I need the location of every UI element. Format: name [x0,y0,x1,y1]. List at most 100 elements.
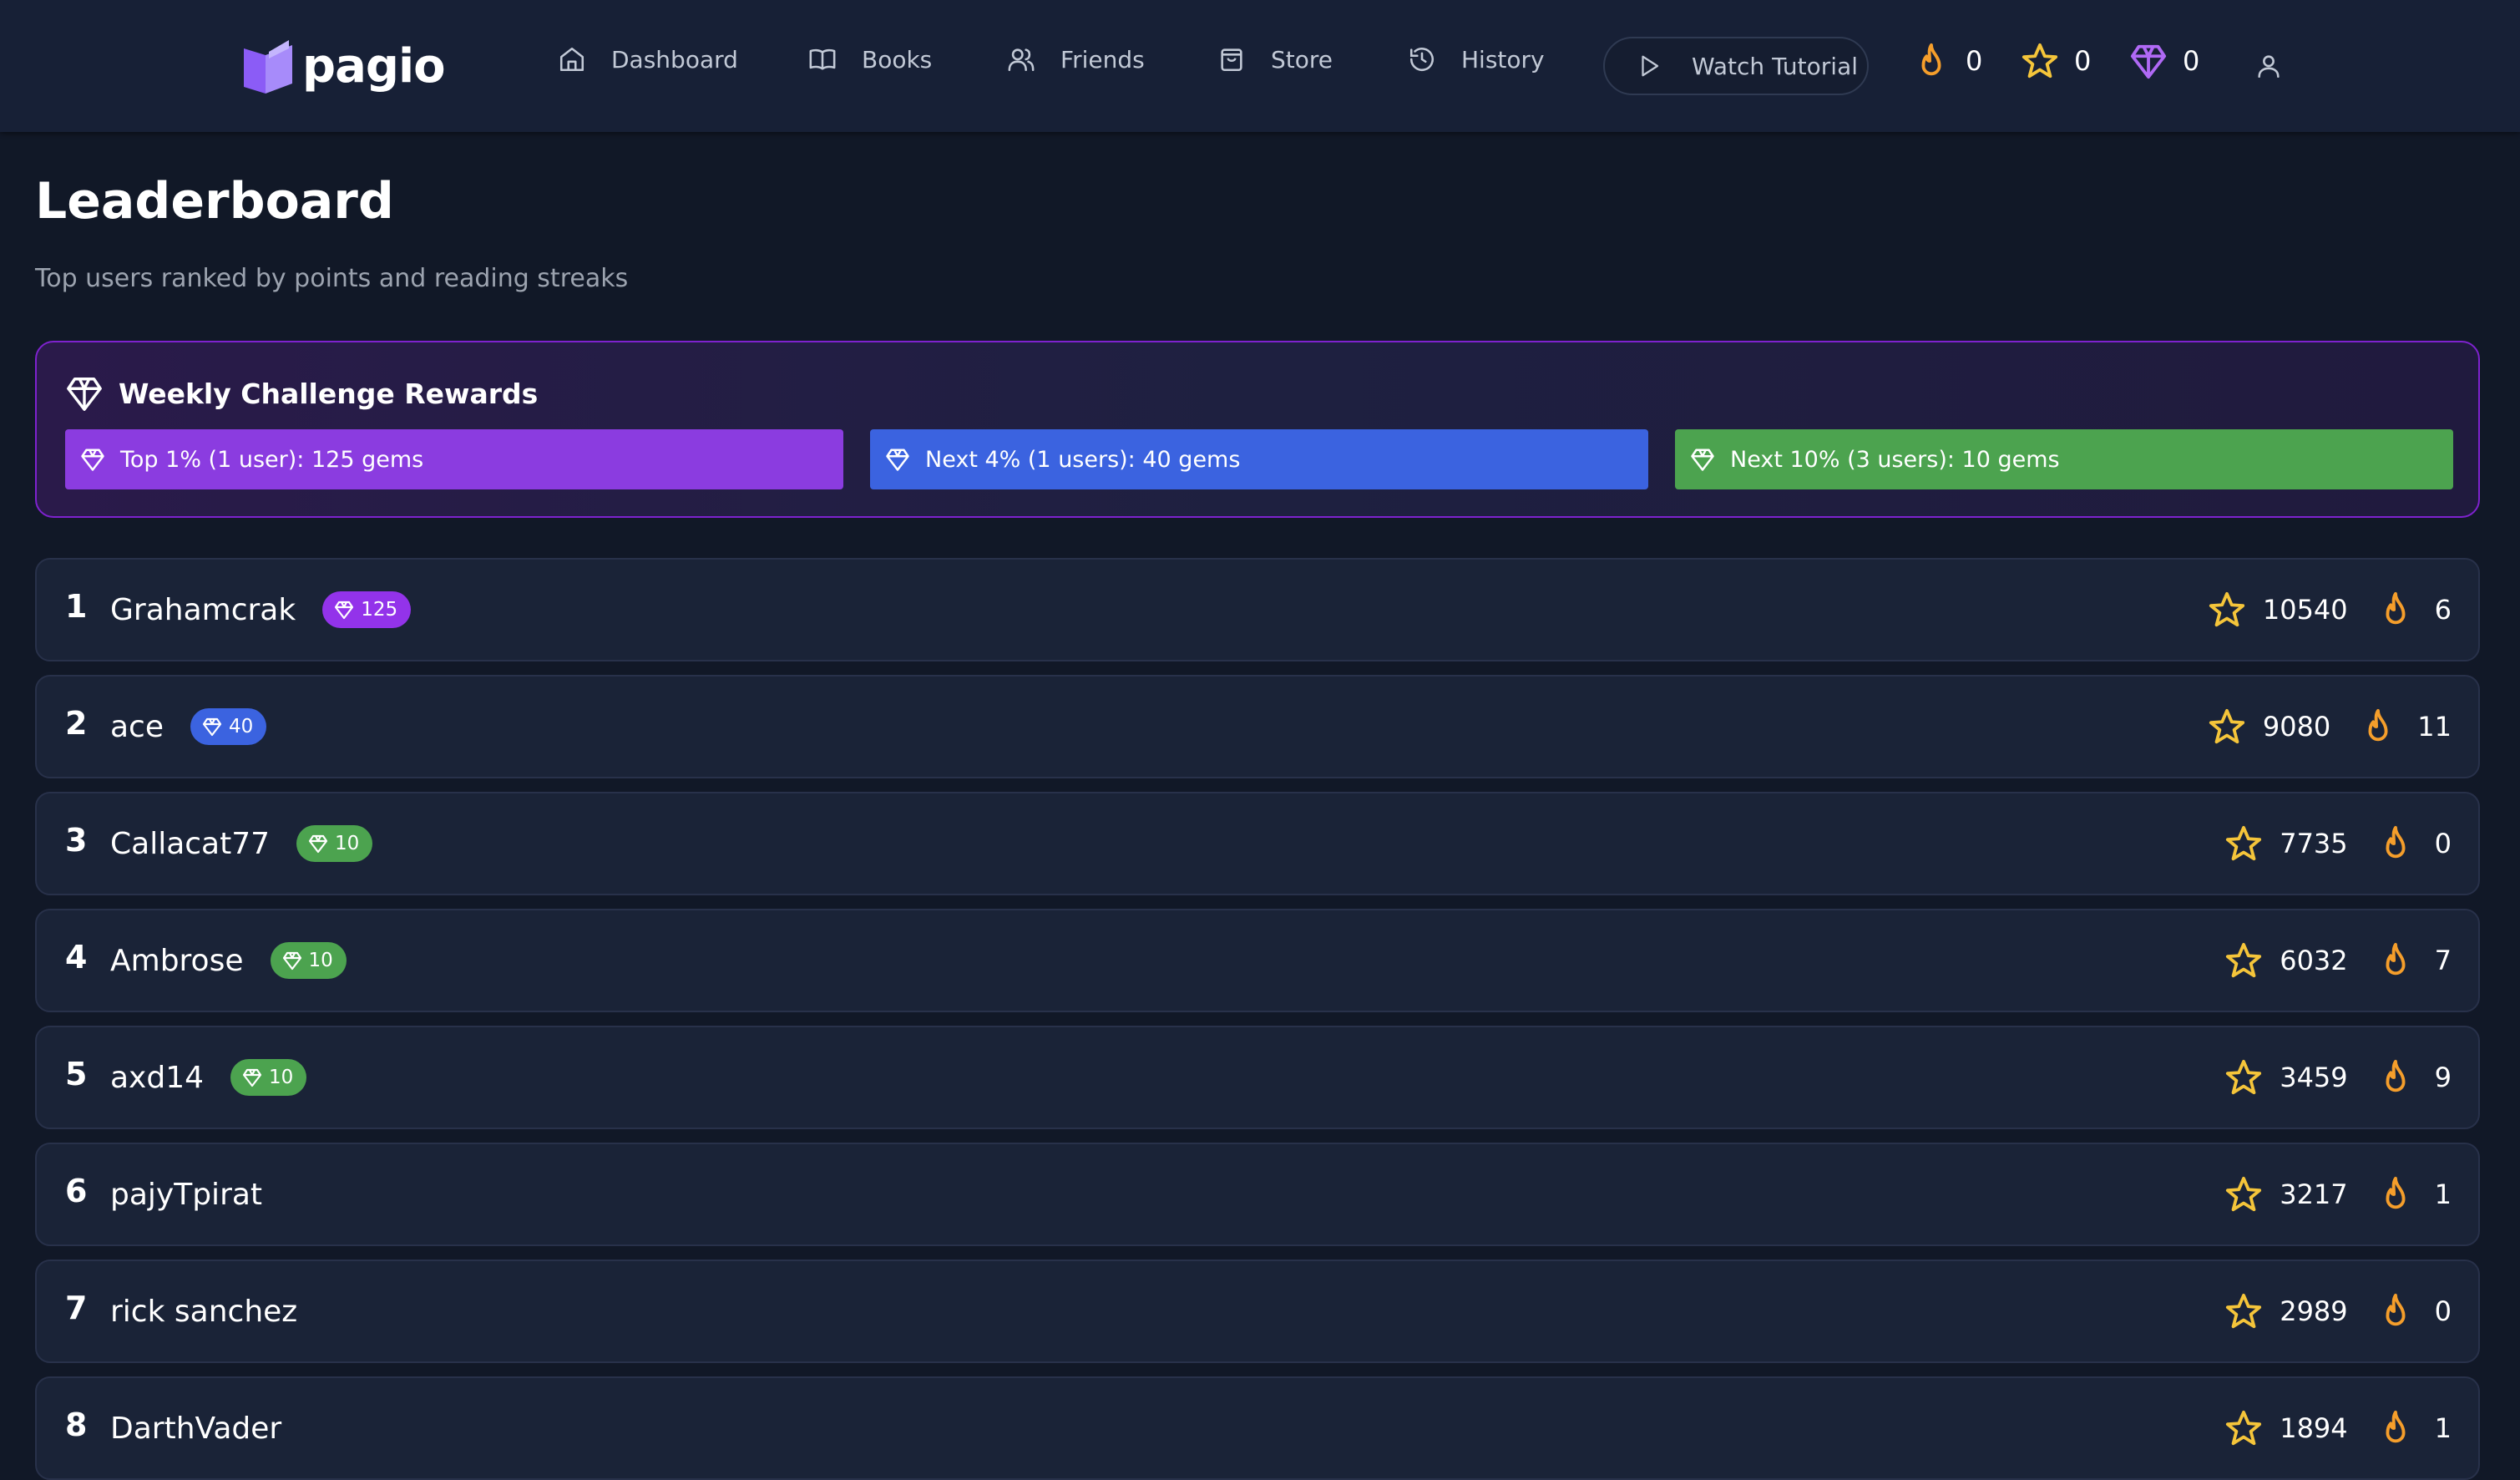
user-stats: 10540 6 [2208,560,2452,660]
user-profile-icon[interactable] [2254,52,2283,80]
user-stats: 7735 0 [2224,793,2452,894]
star-icon [2226,942,2262,978]
page-subtitle: Top users ranked by points and reading s… [35,264,629,293]
star-icon [2226,825,2262,861]
leaderboard-row[interactable]: 3 Callacat77 10 7735 0 [35,792,2480,895]
reward-tier-next-4: Next 4% (1 users): 40 gems [870,429,1648,489]
rank-number: 3 [65,822,88,859]
points-value: 10540 [2262,594,2348,626]
streak-value: 1 [2434,1178,2452,1210]
gem-reward-badge: 125 [322,591,412,628]
leaderboard-row[interactable]: 2 ace 40 9080 11 [35,675,2480,778]
star-icon [2226,1410,2262,1446]
points-stat: 3217 [2224,1175,2348,1214]
home-icon [559,47,584,72]
flame-icon [2386,942,2406,976]
rewards-header: Weekly Challenge Rewards [65,374,538,413]
streak-stat: 0 [2376,824,2452,863]
brand-name: pagio [302,38,446,94]
username[interactable]: Ambrose [110,944,244,978]
username[interactable]: Grahamcrak [110,593,296,627]
star-icon [2226,1293,2262,1329]
leaderboard-row[interactable]: 1 Grahamcrak 125 10540 6 [35,558,2480,661]
flame-icon [2386,591,2406,625]
points-stat: 7735 [2224,824,2348,863]
streak-counter[interactable]: 0 [1912,42,1982,80]
gem-icon [67,378,102,411]
streak-stat: 1 [2376,1175,2452,1214]
flame-icon [2386,1176,2406,1209]
leaderboard-row[interactable]: 6 pajyTpirat 3217 1 [35,1143,2480,1246]
reward-tier-label: Top 1% (1 user): 125 gems [120,446,424,473]
username[interactable]: DarthVader [110,1412,281,1446]
gem-icon [242,1068,262,1087]
star-icon [2226,1059,2262,1095]
nav-dashboard[interactable]: Dashboard [558,45,738,73]
points-stat: 2989 [2224,1292,2348,1330]
rank-number: 8 [65,1407,88,1443]
rank-number: 6 [65,1173,88,1209]
gem-icon [81,449,104,471]
leaderboard-row[interactable]: 5 axd14 10 3459 9 [35,1026,2480,1129]
points-value: 7735 [2280,828,2348,859]
streak-stat: 9 [2376,1058,2452,1097]
username[interactable]: axd14 [110,1061,204,1095]
user-info: Callacat77 10 [110,793,373,894]
nav-history[interactable]: History [1408,45,1545,73]
nav-books-label: Books [862,45,933,73]
user-info: axd14 10 [110,1027,307,1128]
leaderboard-row[interactable]: 7 rick sanchez 2989 0 [35,1260,2480,1363]
username[interactable]: ace [110,710,164,744]
reward-tier-label: Next 4% (1 users): 40 gems [925,446,1241,473]
gem-reward-value: 40 [229,716,254,737]
points-stat: 6032 [2224,941,2348,980]
nav-store-label: Store [1271,45,1333,73]
gem-reward-badge: 10 [296,825,373,862]
streak-value: 6 [2434,594,2452,626]
streak-value: 0 [2434,1295,2452,1327]
nav-books[interactable]: Books [808,45,932,73]
pagio-logo[interactable]: pagio [240,37,446,95]
top-navigation-bar: pagio Dashboard Books Friends Store Hist… [0,0,2520,132]
nav-store[interactable]: Store [1217,45,1333,73]
user-stats: 3217 1 [2224,1144,2452,1244]
points-stat: 10540 [2208,590,2348,629]
leaderboard-row[interactable]: 4 Ambrose 10 6032 7 [35,909,2480,1012]
leaderboard-row[interactable]: 8 DarthVader 1894 1 [35,1376,2480,1480]
weekly-challenge-rewards-panel: Weekly Challenge Rewards Top 1% (1 user)… [35,341,2480,518]
gem-reward-value: 10 [308,950,333,971]
user-info: DarthVader [110,1378,281,1478]
user-info: Grahamcrak 125 [110,560,412,660]
username[interactable]: rick sanchez [110,1295,297,1329]
nav-friends[interactable]: Friends [1007,45,1145,73]
page-title: Leaderboard [35,172,394,231]
watch-tutorial-button[interactable]: Watch Tutorial [1603,37,1869,95]
gem-icon [2130,44,2167,79]
user-stats: 6032 7 [2224,910,2452,1011]
gems-counter[interactable]: 0 [2129,42,2199,80]
points-counter[interactable]: 0 [2021,42,2091,80]
rank-number: 1 [65,588,88,625]
gem-reward-badge: 10 [230,1059,307,1096]
gem-reward-value: 10 [269,1067,294,1088]
streak-stat: 1 [2376,1409,2452,1447]
streak-value: 7 [2434,945,2452,976]
username[interactable]: pajyTpirat [110,1178,262,1212]
gem-reward-badge: 10 [270,942,347,979]
points-stat: 9080 [2208,707,2330,746]
points-value: 3217 [2280,1178,2348,1210]
gems-count: 0 [2183,45,2200,77]
points-value: 6032 [2280,945,2348,976]
gem-icon [886,449,909,471]
nav-friends-label: Friends [1060,45,1145,73]
book-icon [809,48,836,70]
streak-stat: 6 [2376,590,2452,629]
username[interactable]: Callacat77 [110,827,270,861]
streak-value: 11 [2417,711,2452,743]
flame-icon [2386,1293,2406,1326]
points-stat: 1894 [2224,1409,2348,1447]
rank-number: 5 [65,1056,88,1092]
nav-dashboard-label: Dashboard [611,45,738,73]
gem-icon [202,717,222,737]
gem-reward-badge: 40 [190,708,267,745]
